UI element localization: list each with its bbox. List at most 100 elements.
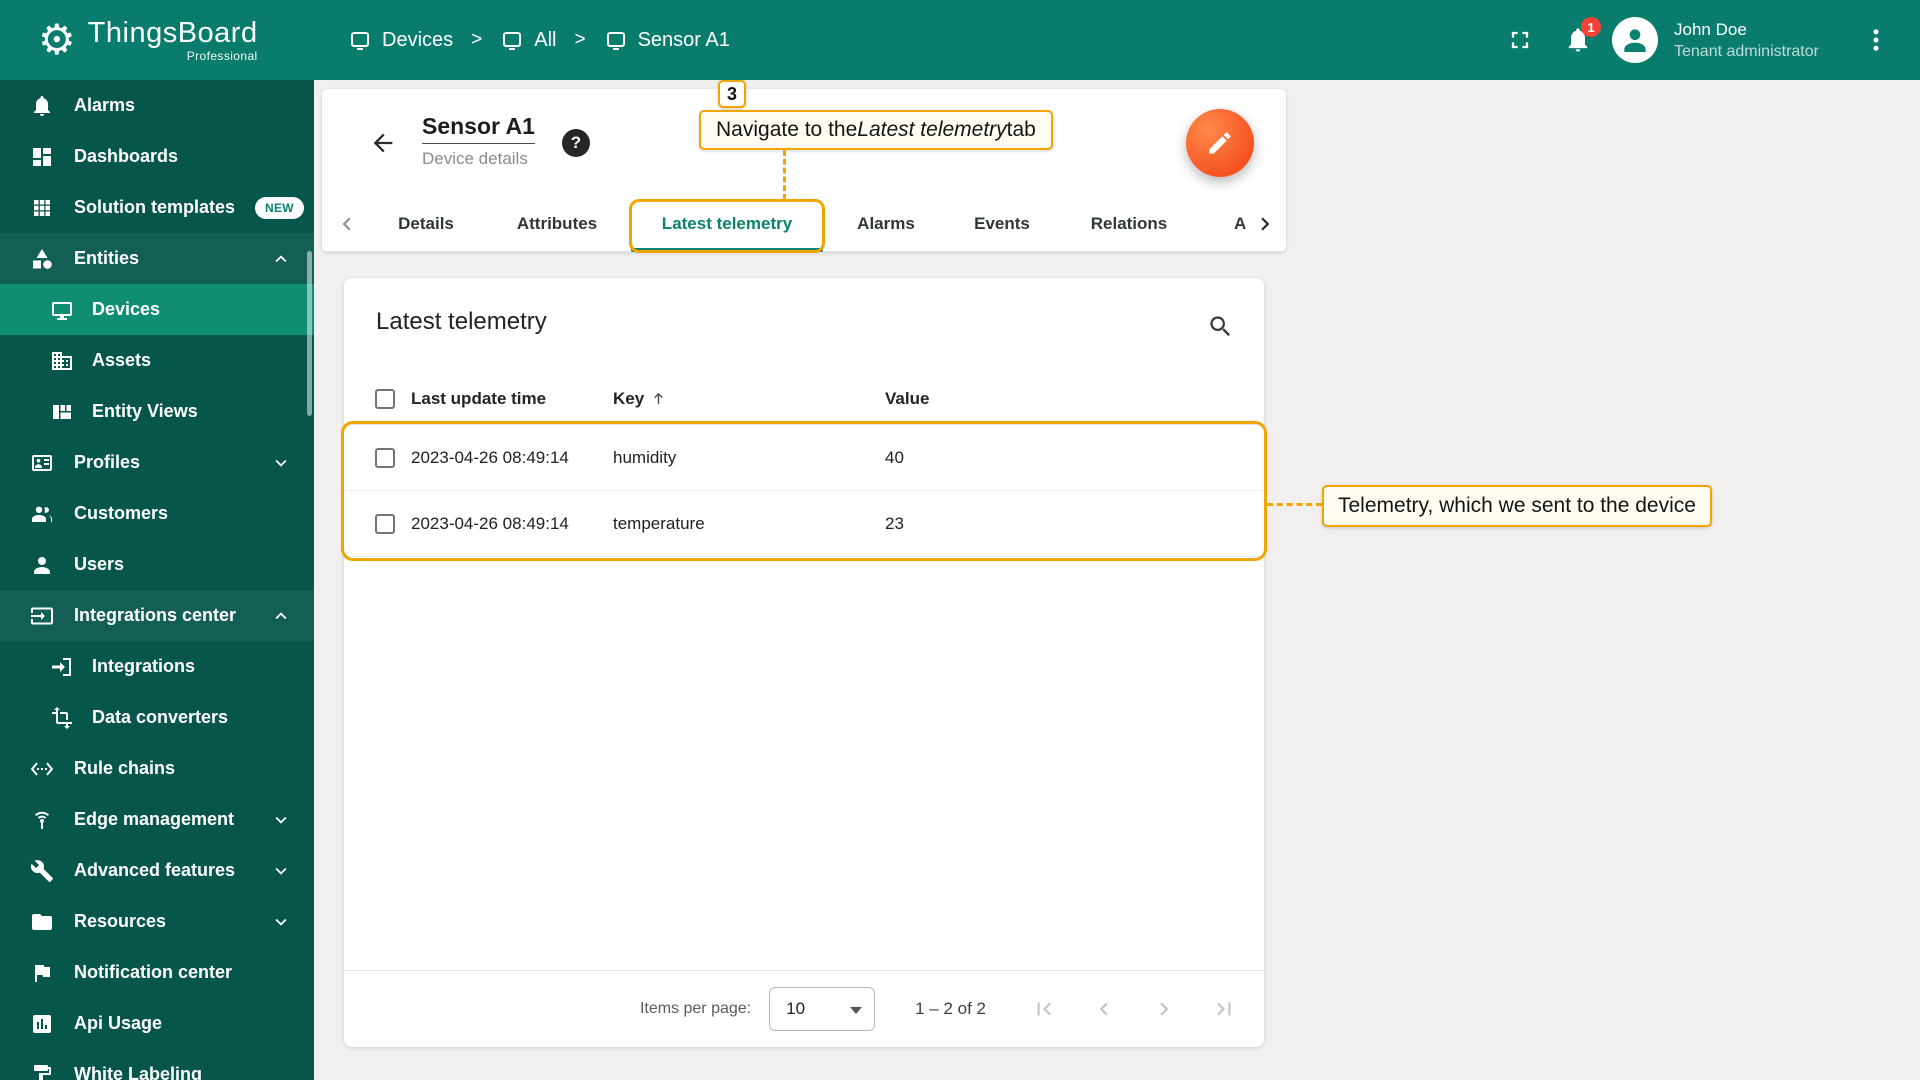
last-page-icon	[1217, 1002, 1231, 1016]
brand-subtitle: Professional	[186, 49, 258, 63]
search-icon	[1209, 315, 1230, 336]
white-labeling-icon	[34, 1064, 51, 1080]
notifications-button[interactable]: 1	[1554, 16, 1602, 64]
data-converters-icon	[52, 706, 72, 729]
sidebar-item-profiles[interactable]: Profiles	[0, 437, 314, 488]
fullscreen-button[interactable]	[1496, 16, 1544, 64]
tab-latest-telemetry[interactable]: Latest telemetry	[662, 195, 792, 252]
user-name: John Doe	[1674, 19, 1747, 39]
sidebar-item-advanced-features[interactable]: Advanced features	[0, 845, 314, 896]
help-icon: ?	[570, 133, 582, 152]
breadcrumb-separator: >	[471, 29, 483, 50]
sidebar-item-customers[interactable]: Customers	[0, 488, 314, 539]
sidebar-item-integrations-center[interactable]: Integrations center	[0, 590, 314, 641]
previous-page-button[interactable]	[1082, 987, 1126, 1031]
more-vert-icon	[1873, 29, 1879, 51]
users-icon	[34, 556, 50, 574]
sidebar-item-integrations[interactable]: Integrations	[0, 641, 314, 692]
breadcrumb-item-devices[interactable]: Devices	[348, 28, 453, 52]
sidebar-item-alarms[interactable]: Alarms	[0, 80, 314, 131]
arrow-back-icon	[373, 133, 393, 153]
app-logo[interactable]: ⚙ ThingsBoard Professional	[0, 17, 314, 63]
tab-events[interactable]: Events	[974, 195, 1030, 252]
chevron-left-icon	[1099, 1002, 1108, 1016]
sidebar: Alarms Dashboards Solution templates NEW…	[0, 80, 314, 1080]
user-role: Tenant administrator	[1674, 42, 1819, 60]
entities-icon	[33, 248, 52, 269]
cell-time: 2023-04-26 08:49:14	[411, 448, 569, 467]
sidebar-item-white-labeling[interactable]: White Labeling	[0, 1049, 314, 1080]
edit-device-button[interactable]	[1186, 109, 1254, 177]
chevron-down-icon	[270, 452, 292, 474]
header-menu-button[interactable]	[1852, 16, 1900, 64]
tab-relations[interactable]: Relations	[1091, 195, 1168, 252]
first-page-icon	[1037, 1002, 1051, 1016]
sidebar-item-edge-management[interactable]: Edge management	[0, 794, 314, 845]
chevron-right-icon	[1261, 217, 1270, 231]
annotation-dashed-connector-horizontal	[1267, 503, 1322, 506]
chevron-left-icon	[342, 217, 351, 231]
sidebar-item-solution-templates[interactable]: Solution templates NEW	[0, 182, 314, 233]
items-per-page-label: Items per page:	[639, 1000, 752, 1017]
sidebar-item-rule-chains[interactable]: Rule chains	[0, 743, 314, 794]
column-header-key[interactable]: Key	[613, 372, 667, 425]
sidebar-item-resources[interactable]: Resources	[0, 896, 314, 947]
app-header: ⚙ ThingsBoard Professional Devices > All…	[0, 0, 1920, 80]
table-row[interactable]: 2023-04-26 08:49:14 humidity 40	[344, 425, 1264, 491]
first-page-button[interactable]	[1022, 987, 1066, 1031]
breadcrumb-item-sensor-a1[interactable]: Sensor A1	[604, 28, 730, 52]
active-tab-underline	[631, 248, 823, 252]
sidebar-item-dashboards[interactable]: Dashboards	[0, 131, 314, 182]
sidebar-item-users[interactable]: Users	[0, 539, 314, 590]
breadcrumb: Devices > All > Sensor A1	[348, 28, 730, 52]
integrations-center-icon	[31, 607, 53, 624]
sidebar-scrollbar[interactable]	[307, 251, 312, 416]
page-title: Sensor A1	[422, 113, 535, 144]
search-button[interactable]	[1198, 304, 1242, 348]
page-subtitle: Device details	[422, 149, 528, 168]
tab-clipped[interactable]: A	[1234, 195, 1246, 252]
back-button[interactable]	[365, 125, 401, 161]
tabs-scroll-left-button[interactable]	[334, 211, 360, 237]
row-checkbox[interactable]	[375, 448, 395, 468]
profiles-icon	[32, 454, 52, 471]
last-page-button[interactable]	[1202, 987, 1246, 1031]
devices-icon	[503, 32, 522, 50]
row-checkbox[interactable]	[375, 514, 395, 534]
cell-time: 2023-04-26 08:49:14	[411, 514, 569, 533]
column-header-value[interactable]: Value	[885, 372, 929, 425]
user-avatar[interactable]	[1612, 17, 1658, 63]
sidebar-item-entities[interactable]: Entities	[0, 233, 314, 284]
breadcrumb-item-all[interactable]: All	[500, 28, 556, 52]
items-per-page-select[interactable]: 10	[769, 987, 876, 1031]
sidebar-item-entity-views[interactable]: Entity Views	[0, 386, 314, 437]
tabs-scroll-right-button[interactable]	[1252, 211, 1278, 237]
person-icon	[1624, 29, 1646, 52]
sidebar-item-devices[interactable]: Devices	[0, 284, 314, 335]
next-page-button[interactable]	[1142, 987, 1186, 1031]
sidebar-item-notification-center[interactable]: Notification center	[0, 947, 314, 998]
solution-templates-icon	[34, 199, 50, 216]
column-header-time[interactable]: Last update time	[411, 372, 546, 425]
assets-icon	[52, 351, 72, 370]
tab-alarms[interactable]: Alarms	[857, 195, 915, 252]
chevron-right-icon	[1160, 1002, 1169, 1016]
sidebar-item-api-usage[interactable]: Api Usage	[0, 998, 314, 1049]
edge-management-icon	[35, 811, 49, 829]
new-badge: NEW	[255, 196, 304, 219]
help-button[interactable]: ?	[562, 129, 590, 157]
sort-ascending-icon	[650, 390, 667, 407]
advanced-features-icon	[30, 859, 53, 882]
table-row[interactable]: 2023-04-26 08:49:14 temperature 23	[344, 491, 1264, 557]
devices-icon	[52, 301, 72, 320]
telemetry-note-callout: Telemetry, which we sent to the device	[1322, 485, 1712, 527]
sidebar-item-assets[interactable]: Assets	[0, 335, 314, 386]
table-pagination: Items per page: 10 1 – 2 of 2	[344, 970, 1264, 1047]
tab-attributes[interactable]: Attributes	[517, 195, 597, 252]
rule-chains-icon	[30, 761, 54, 776]
tab-details[interactable]: Details	[398, 195, 454, 252]
dashboards-icon	[33, 147, 51, 166]
sidebar-item-data-converters[interactable]: Data converters	[0, 692, 314, 743]
chevron-down-icon	[270, 860, 292, 882]
select-all-checkbox[interactable]	[375, 389, 395, 409]
